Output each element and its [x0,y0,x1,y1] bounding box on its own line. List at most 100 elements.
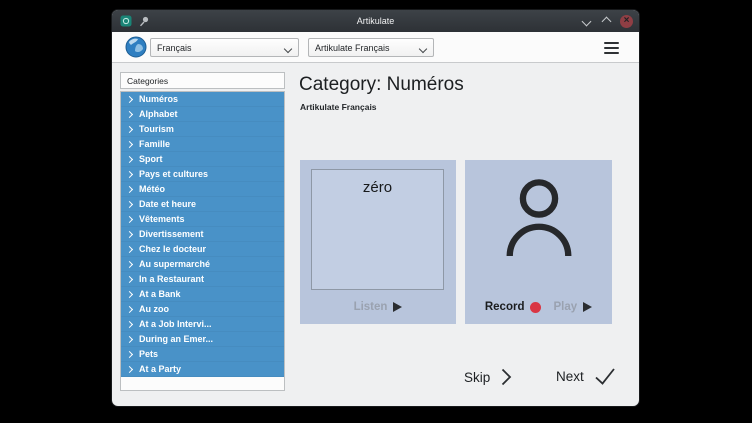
chevron-right-icon [126,260,133,267]
language-select[interactable]: Français [150,38,299,57]
play-label: Play [553,301,577,313]
category-list: Numéros Alphabet Tourism Famille Sport P… [120,91,285,391]
chevron-up-icon [601,16,611,26]
chevron-right-icon [126,320,133,327]
chevron-right-icon [126,170,133,177]
sidebar-item[interactable]: Au zoo [121,302,284,317]
chevron-right-icon [126,245,133,252]
sidebar-item-label: Famille [139,139,170,149]
titlebar[interactable]: Artikulate × [112,10,639,32]
play-button[interactable]: Play [553,301,592,313]
sidebar-item[interactable]: Date et heure [121,197,284,212]
close-icon: × [624,16,630,26]
sidebar-item[interactable]: At a Party [121,362,284,377]
sidebar-item-label: Numéros [139,94,178,104]
desktop-background: Artikulate × França [0,0,752,423]
sidebar-item-label: Divertissement [139,229,204,239]
sidebar-item[interactable]: Alphabet [121,107,284,122]
record-card: Record Play [465,160,612,324]
sidebar-item[interactable]: Tourism [121,122,284,137]
next-button[interactable]: Next [556,367,616,385]
app-window: Artikulate × França [112,10,639,406]
checkmark-icon [594,367,616,385]
sidebar-item-label: Date et heure [139,199,196,209]
sidebar-item-label: Sport [139,154,163,164]
chevron-right-icon [500,367,512,387]
chevron-right-icon [126,350,133,357]
chevron-right-icon [126,125,133,132]
language-select-value: Français [157,43,192,53]
record-button[interactable]: Record [485,301,542,313]
chevron-right-icon [126,305,133,312]
hamburger-icon [604,52,619,54]
skip-label: Skip [464,370,490,385]
record-label: Record [485,301,525,313]
sidebar-item-label: Au zoo [139,304,169,314]
course-select[interactable]: Artikulate Français [308,38,434,57]
menu-button[interactable] [604,42,619,54]
page-title: Category: Numéros [299,74,464,96]
sidebar-item[interactable]: During an Emer... [121,332,284,347]
sidebar-item-label: Alphabet [139,109,178,119]
sidebar-item[interactable]: Sport [121,152,284,167]
sidebar-item[interactable]: Pays et cultures [121,167,284,182]
minimize-button[interactable] [580,15,592,27]
sidebar-item[interactable]: Pets [121,347,284,362]
course-select-value: Artikulate Français [315,43,390,53]
sidebar-item[interactable]: Météo [121,182,284,197]
window-title: Artikulate [112,10,639,32]
maximize-button[interactable] [600,15,612,27]
sidebar-item-label: In a Restaurant [139,274,204,284]
phrase-text: zéro [312,179,443,196]
toolbar: Français Artikulate Français [112,32,639,63]
skip-button[interactable]: Skip [464,367,512,387]
globe-icon [125,36,147,58]
chevron-down-icon [284,45,292,53]
phrase-box: zéro [311,169,444,290]
listen-button[interactable]: Listen [354,301,403,313]
sidebar-item-label: Pays et cultures [139,169,208,179]
person-icon [500,174,578,260]
sidebar-item-label: Au supermarché [139,259,210,269]
sidebar-item[interactable]: Au supermarché [121,257,284,272]
chevron-right-icon [126,335,133,342]
hamburger-icon [604,42,619,44]
sidebar-item-label: Tourism [139,124,174,134]
sidebar-item-label: At a Bank [139,289,181,299]
play-icon [393,302,402,312]
chevron-right-icon [126,110,133,117]
sidebar-item-label: Chez le docteur [139,244,206,254]
record-dot-icon [530,302,541,313]
close-button[interactable]: × [620,15,633,28]
sidebar-item-label: Météo [139,184,165,194]
sidebar-item[interactable]: Vêtements [121,212,284,227]
chevron-right-icon [126,365,133,372]
chevron-right-icon [126,230,133,237]
sidebar-item[interactable]: Famille [121,137,284,152]
sidebar-item[interactable]: In a Restaurant [121,272,284,287]
chevron-right-icon [126,200,133,207]
categories-header: Categories [120,72,285,89]
chevron-right-icon [126,140,133,147]
sidebar-item[interactable]: Numéros [121,92,284,107]
chevron-right-icon [126,95,133,102]
chevron-right-icon [126,215,133,222]
chevron-right-icon [126,155,133,162]
sidebar-item[interactable]: Divertissement [121,227,284,242]
listen-label: Listen [354,301,388,313]
app-icon[interactable] [120,15,132,27]
sidebar-item-label: During an Emer... [139,334,213,344]
chevron-right-icon [126,275,133,282]
play-icon [583,302,592,312]
sidebar-item-label: At a Party [139,364,181,374]
page-subtitle: Artikulate Français [300,102,377,112]
chevron-down-icon [419,45,427,53]
chevron-right-icon [126,185,133,192]
sidebar-item[interactable]: Chez le docteur [121,242,284,257]
chevron-right-icon [126,290,133,297]
categories-header-label: Categories [127,76,168,86]
sidebar-item[interactable]: At a Job Intervi... [121,317,284,332]
sidebar-item[interactable]: At a Bank [121,287,284,302]
pin-icon[interactable] [138,15,150,27]
next-label: Next [556,369,584,384]
